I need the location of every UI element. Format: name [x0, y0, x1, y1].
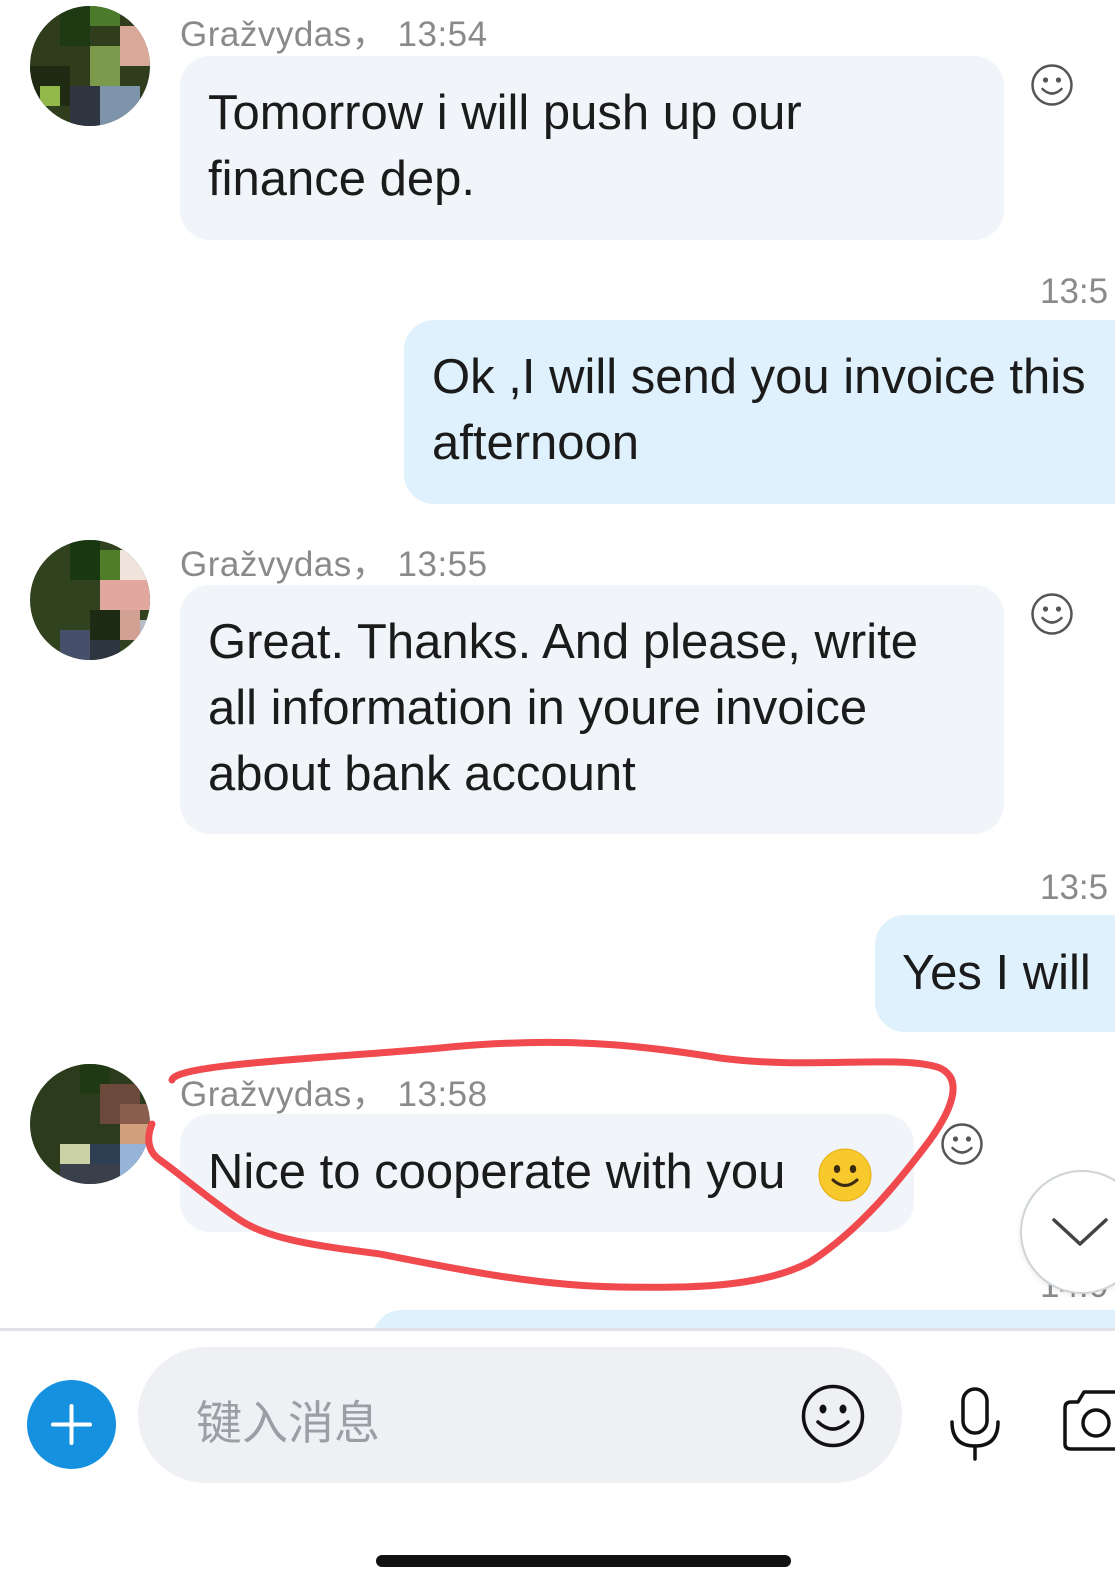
avatar[interactable]: [30, 1064, 150, 1184]
message-text: Nice to cooperate with you: [208, 1145, 786, 1199]
message-input-placeholder: 键入消息: [196, 1396, 380, 1450]
avatar[interactable]: [30, 540, 150, 660]
smiling-face-emoji-icon: [818, 1148, 872, 1202]
message-meta: Gražvydas， 13:55: [180, 545, 488, 584]
plus-icon: [51, 1404, 92, 1445]
sender-name: Gražvydas: [180, 545, 352, 584]
smiley-react-icon[interactable]: [1030, 592, 1074, 636]
home-indicator: [376, 1555, 791, 1567]
message-meta: Gražvydas， 13:54: [180, 15, 488, 54]
smiley-react-icon[interactable]: [940, 1122, 984, 1166]
message-time: 13:58: [397, 1075, 488, 1114]
message-meta: Gražvydas， 13:58: [180, 1075, 488, 1114]
message-input[interactable]: 键入消息: [138, 1347, 902, 1483]
message-text: Ok ,I will send you invoice this afterno…: [432, 350, 1086, 470]
add-button[interactable]: [27, 1380, 116, 1469]
message-time: 13:55: [397, 545, 488, 584]
chevron-down-icon: [1052, 1218, 1108, 1246]
message-time: 13:5: [1040, 868, 1109, 907]
smiley-react-icon[interactable]: [1030, 63, 1074, 107]
sender-name: Gražvydas: [180, 1075, 352, 1114]
message-text: Great. Thanks. And please, write all inf…: [208, 615, 918, 801]
sender-name: Gražvydas: [180, 15, 352, 54]
message-text: Yes I will: [902, 946, 1091, 1000]
scroll-to-bottom-button[interactable]: [1020, 1170, 1115, 1294]
avatar[interactable]: [30, 6, 150, 126]
camera-icon[interactable]: [1062, 1386, 1115, 1452]
microphone-icon[interactable]: [944, 1386, 1006, 1462]
emoji-icon[interactable]: [800, 1383, 866, 1449]
message-text: Tomorrow i will push up our finance dep.: [208, 86, 802, 206]
message-time: 13:54: [397, 15, 488, 54]
message-time: 13:5: [1040, 272, 1109, 311]
